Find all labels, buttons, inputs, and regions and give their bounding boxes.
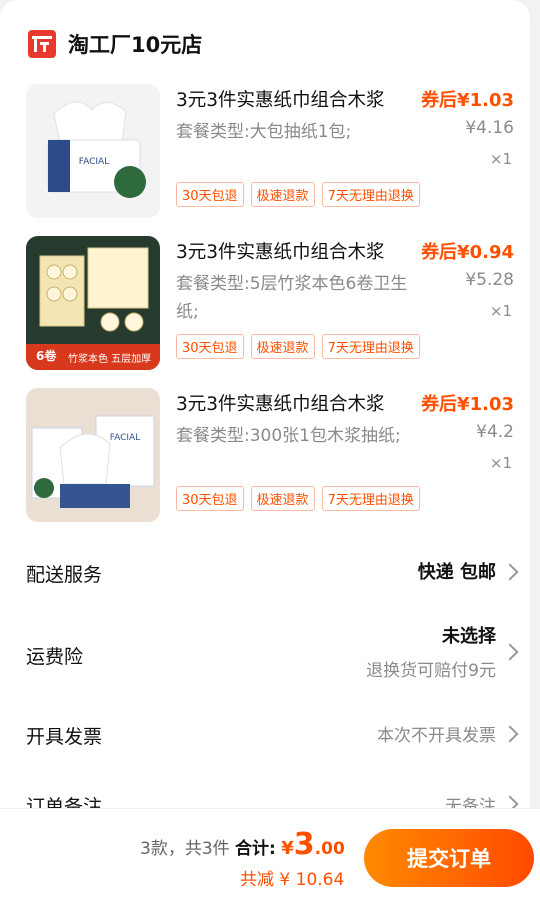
total-amount: 3 xyxy=(293,827,315,862)
item-spec[interactable]: 套餐类型:300张1包木浆抽纸; xyxy=(176,422,426,450)
saving-amount: 共减 ¥ 10.64 xyxy=(240,870,345,890)
pack-brand-text: FACIAL xyxy=(79,157,109,167)
service-tags: 30天包退 极速退款 7天无理由退换 xyxy=(176,486,420,511)
tag-return: 30天包退 xyxy=(176,182,244,207)
item-title: 3元3件实惠纸巾组合木浆 xyxy=(176,242,385,263)
shop-name: 淘工厂10元店 xyxy=(68,33,203,57)
total-label: 合计: xyxy=(235,839,276,859)
item-coupon-price: 券后¥1.03 xyxy=(421,394,514,415)
submit-order-button[interactable]: 提交订单 xyxy=(364,829,534,887)
shipping-insurance-row[interactable]: 运费险 未选择 退换货可赔付9元 xyxy=(26,620,519,684)
item-original-price: ¥5.28 xyxy=(465,270,514,290)
order-item[interactable]: FACIAL 3元3件实惠纸巾组合木浆 套餐类型:大包抽纸1包; 券后¥1.03… xyxy=(26,84,516,220)
tag-return: 30天包退 xyxy=(176,486,244,511)
tag-return: 30天包退 xyxy=(176,334,244,359)
item-quantity: ×1 xyxy=(489,150,512,168)
chevron-right-icon xyxy=(501,725,519,743)
delivery-label: 配送服务 xyxy=(26,564,103,586)
pack-brand-text: FACIAL xyxy=(110,433,140,443)
service-tags: 30天包退 极速退款 7天无理由退换 xyxy=(176,182,420,207)
invoice-label: 开具发票 xyxy=(26,726,103,748)
checkout-bar: 3款，共3件 合计: ¥3.00 共减 ¥ 10.64 提交订单 xyxy=(0,808,540,902)
roll-count-text: 6卷 xyxy=(36,348,57,363)
currency-symbol: ¥ xyxy=(281,838,294,859)
shipping-insurance-value: 未选择 xyxy=(442,626,496,647)
tag-refund: 极速退款 xyxy=(250,486,315,511)
item-title: 3元3件实惠纸巾组合木浆 xyxy=(176,394,385,415)
item-count: 3款，共3件 xyxy=(140,839,230,859)
delivery-row[interactable]: 配送服务 快递 包邮 xyxy=(26,556,519,596)
invoice-value: 本次不开具发票 xyxy=(377,726,496,746)
service-tags: 30天包退 极速退款 7天无理由退换 xyxy=(176,334,420,359)
item-quantity: ×1 xyxy=(489,454,512,472)
shipping-insurance-label: 运费险 xyxy=(26,646,84,668)
banner-text: 竹浆本色 五层加厚 xyxy=(68,352,151,365)
total-decimal: .00 xyxy=(314,839,345,859)
order-item[interactable]: 6卷 竹浆本色 五层加厚 3元3件实惠纸巾组合木浆 套餐类型:5层竹浆本色6卷卫… xyxy=(26,236,516,372)
shipping-insurance-note: 退换货可赔付9元 xyxy=(366,661,496,681)
tag-no-reason: 7天无理由退换 xyxy=(321,334,420,359)
tag-no-reason: 7天无理由退换 xyxy=(321,486,420,511)
order-item[interactable]: FACIAL 3元3件实惠纸巾组合木浆 套餐类型:300张1包木浆抽纸; 券后¥… xyxy=(26,388,516,524)
invoice-row[interactable]: 开具发票 本次不开具发票 xyxy=(26,718,519,758)
product-image[interactable]: 6卷 竹浆本色 五层加厚 xyxy=(26,236,160,370)
product-image[interactable]: FACIAL xyxy=(26,388,160,522)
item-quantity: ×1 xyxy=(489,302,512,320)
tag-no-reason: 7天无理由退换 xyxy=(321,182,420,207)
item-title: 3元3件实惠纸巾组合木浆 xyxy=(176,90,385,111)
delivery-value: 快递 包邮 xyxy=(417,562,496,583)
item-coupon-price: 券后¥0.94 xyxy=(421,242,514,263)
tag-refund: 极速退款 xyxy=(250,182,315,207)
product-image[interactable]: FACIAL xyxy=(26,84,160,218)
item-original-price: ¥4.2 xyxy=(476,422,514,442)
item-spec[interactable]: 套餐类型:5层竹浆本色6卷卫生纸; xyxy=(176,270,426,326)
order-summary: 3款，共3件 合计: ¥3.00 xyxy=(140,827,345,862)
shop-logo-icon xyxy=(28,30,56,58)
tag-refund: 极速退款 xyxy=(250,334,315,359)
order-card: 淘工厂10元店 FACIAL 3元3件实惠纸巾组合木浆 套餐类型:大包抽纸1包;… xyxy=(0,0,530,900)
item-coupon-price: 券后¥1.03 xyxy=(421,90,514,111)
chevron-right-icon xyxy=(501,643,519,661)
shop-header[interactable]: 淘工厂10元店 xyxy=(28,28,202,60)
item-spec[interactable]: 套餐类型:大包抽纸1包; xyxy=(176,118,426,146)
chevron-right-icon xyxy=(501,563,519,581)
item-original-price: ¥4.16 xyxy=(465,118,514,138)
